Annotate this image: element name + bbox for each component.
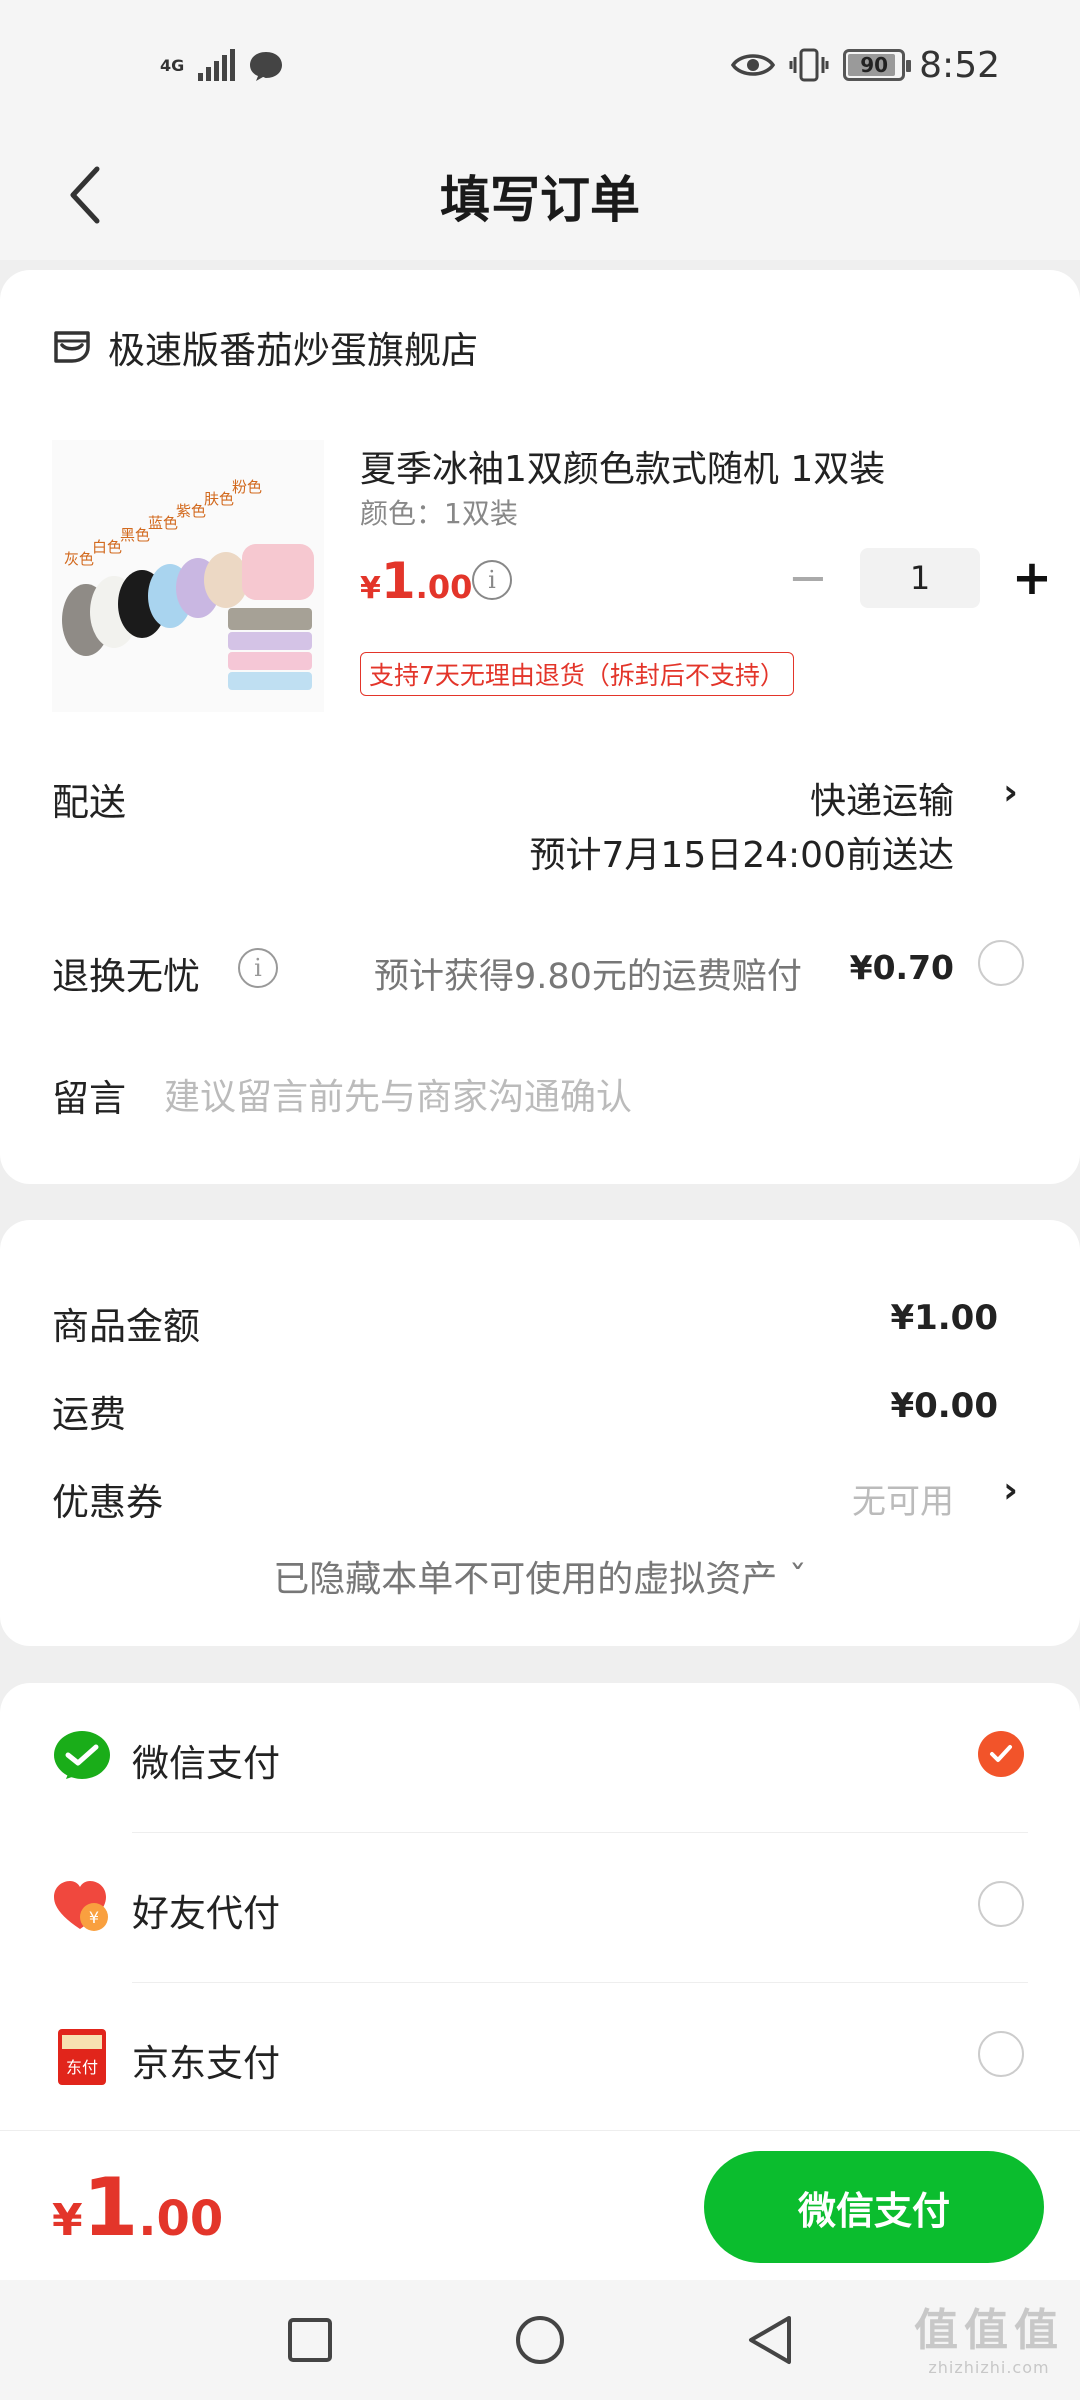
square-icon xyxy=(288,2318,332,2362)
chevron-right-icon[interactable]: › xyxy=(1003,1470,1018,1511)
color-label-3: 蓝色 xyxy=(148,514,178,532)
price-decimal: .00 xyxy=(415,568,473,606)
payment-radio-selected[interactable] xyxy=(978,1731,1024,1777)
pay-button[interactable]: 微信支付 xyxy=(704,2151,1044,2263)
product-price: ¥ 1 .00 xyxy=(360,552,472,610)
status-right: 90 8:52 xyxy=(731,40,1000,90)
payment-option-friend[interactable]: ¥ 好友代付 xyxy=(0,1833,1080,1983)
price-currency: ¥ xyxy=(360,571,381,606)
insurance-checkbox[interactable] xyxy=(978,940,1024,986)
checkout-bar: ¥ 1 .00 微信支付 xyxy=(0,2130,1080,2280)
back-nav-button[interactable] xyxy=(730,2300,810,2380)
goods-amount-label: 商品金额 xyxy=(52,1305,200,1348)
product-spec: 颜色：1双装 xyxy=(360,497,518,530)
jd-icon-text: 东付 xyxy=(66,2058,98,2077)
shop-row[interactable]: 极速版番茄炒蛋旗舰店 xyxy=(52,320,478,374)
compensation-text: 预计获得9.80元的运费赔付 xyxy=(374,957,802,997)
clock: 8:52 xyxy=(919,44,1000,86)
shipping-label: 运费 xyxy=(52,1393,126,1436)
system-nav-bar: 值值值 zhizhizhi.com xyxy=(0,2280,1080,2400)
payment-label: 好友代付 xyxy=(132,1892,280,1935)
vibrate-icon xyxy=(789,48,829,82)
quantity-stepper: − 1 + xyxy=(780,548,1060,608)
payment-methods-card: 微信支付 ¥ 好友代付 东付 京东支付 xyxy=(0,1683,1080,2183)
color-label-5: 肤色 xyxy=(204,490,234,508)
goods-amount-value: ¥1.00 xyxy=(890,1298,998,1338)
shipping-value: ¥0.00 xyxy=(890,1386,998,1426)
wechat-pay-icon xyxy=(54,1731,110,1779)
total-price: ¥ 1 .00 xyxy=(52,2161,223,2254)
eye-icon xyxy=(731,54,776,76)
message-icon xyxy=(250,52,283,81)
coupon-label: 优惠券 xyxy=(52,1481,163,1524)
decrease-button[interactable]: − xyxy=(780,550,836,606)
payment-label: 京东支付 xyxy=(132,2042,280,2085)
page-header: 填写订单 xyxy=(0,130,1080,260)
color-label-1: 白色 xyxy=(92,538,122,556)
delivery-label: 配送 xyxy=(52,781,126,824)
network-label: 4G xyxy=(160,56,185,75)
product-image[interactable]: 灰色 白色 黑色 蓝色 紫色 肤色 粉色 xyxy=(52,440,324,712)
payment-radio[interactable] xyxy=(978,1881,1024,1927)
watermark: 值值值 zhizhizhi.com xyxy=(914,2294,1064,2377)
delivery-eta: 预计7月15日24:00前送达 xyxy=(529,835,954,876)
coupon-value[interactable]: 无可用 xyxy=(852,1474,954,1523)
color-label-0: 灰色 xyxy=(64,550,94,568)
price-summary-card: 商品金额 ¥1.00 运费 ¥0.00 优惠券 无可用 › 已隐藏本单不可使用的… xyxy=(0,1220,1080,1646)
total-integer: 1 xyxy=(82,2161,139,2254)
payment-label: 微信支付 xyxy=(132,1742,280,1785)
increase-button[interactable]: + xyxy=(1004,550,1060,606)
circle-icon xyxy=(516,2316,564,2364)
check-icon xyxy=(990,1745,1012,1762)
status-bar: 4G 90 8:52 xyxy=(0,0,1080,130)
payment-radio[interactable] xyxy=(978,2031,1024,2077)
status-left: 4G xyxy=(160,44,284,88)
message-label: 留言 xyxy=(52,1077,126,1120)
return-insurance-label: 退换无忧 xyxy=(52,955,200,998)
price-integer: 1 xyxy=(380,552,416,610)
product-title[interactable]: 夏季冰袖1双颜色款式随机 1双装 xyxy=(360,440,885,492)
info-icon[interactable]: i xyxy=(238,948,278,988)
order-card: 极速版番茄炒蛋旗舰店 灰色 白色 黑色 蓝色 紫色 肤色 粉色 夏季冰袖1双颜色… xyxy=(0,270,1080,1184)
page-title: 填写订单 xyxy=(440,171,640,229)
color-label-2: 黑色 xyxy=(120,526,150,544)
message-input[interactable]: 建议留言前先与商家沟通确认 xyxy=(164,1068,632,1120)
delivery-method[interactable]: 快递运输 xyxy=(810,772,954,824)
total-decimal: .00 xyxy=(138,2191,224,2247)
shop-icon xyxy=(54,331,90,363)
insurance-price: ¥0.70 xyxy=(849,948,954,987)
total-currency: ¥ xyxy=(52,2195,83,2246)
recent-apps-button[interactable] xyxy=(270,2300,350,2380)
color-label-6: 粉色 xyxy=(232,478,262,496)
chevron-right-icon[interactable]: › xyxy=(1003,772,1018,813)
home-button[interactable] xyxy=(500,2300,580,2380)
signal-icon xyxy=(198,49,236,81)
payment-option-wechat[interactable]: 微信支付 xyxy=(0,1683,1080,1833)
watermark-text: 值值值 xyxy=(914,2305,1064,2356)
quantity-input[interactable]: 1 xyxy=(860,548,980,608)
svg-text:¥: ¥ xyxy=(89,1908,99,1927)
watermark-url: zhizhizhi.com xyxy=(928,2358,1050,2377)
return-policy-badge: 支持7天无理由退货（拆封后不支持） xyxy=(360,652,794,696)
payment-option-jd[interactable]: 东付 京东支付 xyxy=(0,1983,1080,2133)
friend-pay-icon: ¥ xyxy=(54,1881,108,1931)
triangle-back-icon xyxy=(749,2316,791,2364)
price-info-icon[interactable]: i xyxy=(472,560,512,600)
jd-pay-icon: 东付 xyxy=(58,2029,106,2085)
hidden-assets-toggle[interactable]: 已隐藏本单不可使用的虚拟资产 ˇ xyxy=(0,1550,1080,1602)
battery-icon: 90 xyxy=(843,49,912,81)
battery-label: 90 xyxy=(860,53,889,77)
shop-name: 极速版番茄炒蛋旗舰店 xyxy=(108,329,478,372)
color-label-4: 紫色 xyxy=(176,502,206,520)
